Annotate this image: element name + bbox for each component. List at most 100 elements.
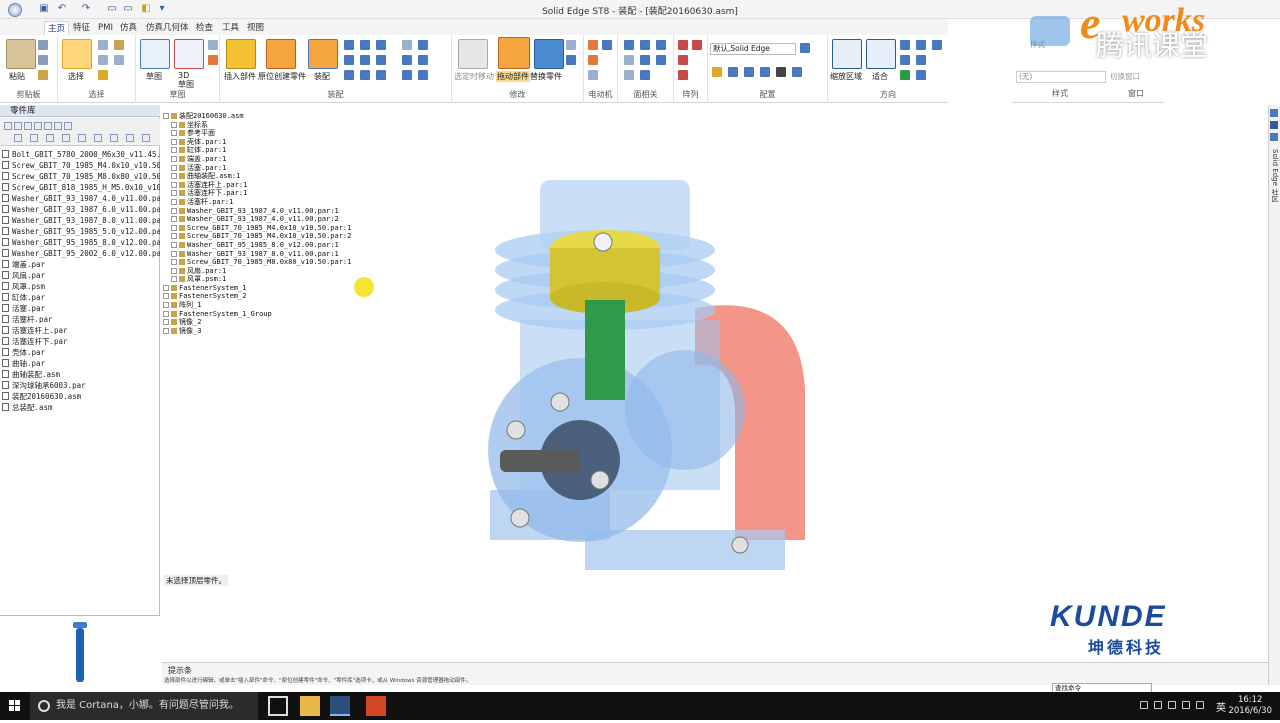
part-file-item[interactable]: Washer_GBIT_93_1987_4.0_v11.00.par (0, 193, 160, 204)
relation-icon[interactable] (376, 55, 386, 65)
library-tool-icon[interactable] (4, 122, 12, 130)
volume-icon[interactable] (1182, 701, 1190, 709)
tree-checkbox[interactable] (171, 190, 177, 197)
view-tool-icon[interactable] (916, 70, 926, 80)
config-icon[interactable] (728, 67, 738, 77)
relation-icon[interactable] (402, 40, 412, 50)
format-painter-icon[interactable] (38, 70, 48, 80)
tree-checkbox[interactable] (171, 173, 177, 180)
tray-icon[interactable] (1154, 701, 1162, 709)
tree-item[interactable]: 端盖.par:1 (163, 155, 363, 164)
select-filter-icon[interactable] (114, 55, 124, 65)
community-tab-label[interactable]: Solid Edge 社区 (1270, 149, 1280, 202)
library-tool-icon[interactable] (94, 134, 102, 142)
modify-tool-icon[interactable] (566, 40, 576, 50)
sketch-3d-icon[interactable] (174, 39, 204, 69)
tree-checkbox[interactable] (171, 276, 177, 283)
tree-item[interactable]: 风罩.psm:1 (163, 275, 363, 284)
powerpoint-icon[interactable] (366, 696, 386, 716)
tree-checkbox[interactable] (171, 155, 177, 162)
tree-checkbox[interactable] (171, 267, 177, 274)
tree-checkbox[interactable] (163, 310, 169, 317)
relation-icon[interactable] (418, 55, 428, 65)
relation-icon[interactable] (344, 55, 354, 65)
config-icon[interactable] (760, 67, 770, 77)
library-tool-icon[interactable] (24, 122, 32, 130)
tree-checkbox[interactable] (171, 164, 177, 171)
library-tool-icon[interactable] (54, 122, 62, 130)
part-file-item[interactable]: Bolt_GBIT_5780_2000_M6x30_v11.45.par (0, 149, 160, 160)
tree-item[interactable]: Screw_GBIT_70_1985_M8.0x80_v10.50.par:1 (163, 258, 363, 267)
config-icon[interactable] (800, 43, 810, 53)
tree-item[interactable]: Washer_GBIT_93_1987_4.0_v11.00.par:2 (163, 215, 363, 224)
tree-item[interactable]: Washer_GBIT_93_1987_4.0_v11.00.par:1 (163, 207, 363, 216)
pattern-icon[interactable] (678, 70, 688, 80)
select-filter-icon[interactable] (98, 55, 108, 65)
face-tool-icon[interactable] (656, 40, 666, 50)
part-file-item[interactable]: 活塞杆.par (0, 314, 160, 325)
part-file-item[interactable]: 风扇.par (0, 270, 160, 281)
tree-checkbox[interactable] (171, 138, 177, 145)
modify-tool-icon[interactable] (566, 55, 576, 65)
select-filter-icon[interactable] (114, 40, 124, 50)
part-file-item[interactable]: Washer_GBIT_95_2002_6.0_v12.00.par (0, 248, 160, 259)
library-tool-icon[interactable] (44, 122, 52, 130)
relation-icon[interactable] (360, 40, 370, 50)
library-tool-icon[interactable] (14, 134, 22, 142)
tree-item[interactable]: 坐标系 (163, 121, 363, 130)
relation-icon[interactable] (360, 55, 370, 65)
pattern-icon[interactable] (692, 40, 702, 50)
tab-pmi[interactable]: PMI (95, 21, 116, 35)
file-explorer-icon[interactable] (300, 696, 320, 716)
cortana-search-box[interactable]: 我是 Cortana，小娜。有问题尽管问我。 (30, 692, 258, 720)
copy-icon[interactable] (38, 55, 48, 65)
relation-icon[interactable] (418, 70, 428, 80)
tree-item[interactable]: 镜像_2 (163, 318, 363, 327)
assemble-icon[interactable] (308, 39, 338, 69)
library-tool-icon[interactable] (126, 134, 134, 142)
sketch-tool-icon[interactable] (208, 55, 218, 65)
tab-features[interactable]: 特征 (70, 21, 93, 35)
library-tool-icon[interactable] (78, 134, 86, 142)
library-tool-icon[interactable] (110, 134, 118, 142)
select-arrow-icon[interactable] (62, 39, 92, 69)
relation-icon[interactable] (376, 70, 386, 80)
solid-edge-taskbar-icon[interactable] (330, 696, 350, 716)
tab-view[interactable]: 视图 (244, 21, 267, 35)
tree-checkbox[interactable] (163, 319, 169, 326)
tree-item[interactable]: Washer_GBIT_93_1987_8.0_v11.00.par:1 (163, 250, 363, 259)
config-select[interactable]: 默认,Solid Edge (710, 43, 796, 55)
tree-item[interactable]: 活塞杆.par:1 (163, 198, 363, 207)
part-file-item[interactable]: 活塞.par (0, 303, 160, 314)
tree-checkbox[interactable] (163, 302, 169, 309)
library-tool-icon[interactable] (30, 134, 38, 142)
select-filter-icon[interactable] (98, 40, 108, 50)
tree-checkbox[interactable] (171, 147, 177, 154)
tab-inspect[interactable]: 检查 (193, 21, 216, 35)
view-tool-icon[interactable] (900, 55, 910, 65)
part-file-item[interactable]: Washer_GBIT_93_1987_8.0_v11.00.par (0, 215, 160, 226)
part-file-item[interactable]: 曲轴装配.asm (0, 369, 160, 380)
sketch-tool-icon[interactable] (208, 40, 218, 50)
face-tool-icon[interactable] (624, 55, 634, 65)
insert-part-icon[interactable] (226, 39, 256, 69)
motor-icon[interactable] (588, 40, 598, 50)
motor-icon[interactable] (602, 40, 612, 50)
relation-icon[interactable] (402, 55, 412, 65)
cut-icon[interactable] (38, 40, 48, 50)
tree-item[interactable]: 活塞.par:1 (163, 164, 363, 173)
part-file-item[interactable]: 缸体.par (0, 292, 160, 303)
view-tool-icon[interactable] (900, 70, 910, 80)
face-tool-icon[interactable] (656, 55, 666, 65)
select-filter-icon[interactable] (98, 70, 108, 80)
part-file-item[interactable]: Screw_GBIT_818_1985_H_M5.0x10_v10.50. (0, 182, 160, 193)
tree-item[interactable]: 曲轴装配.asm:1 (163, 172, 363, 181)
tree-item[interactable]: 阵列_1 (163, 301, 363, 310)
view-tool-icon[interactable] (916, 40, 926, 50)
relation-icon[interactable] (376, 40, 386, 50)
tree-checkbox[interactable] (171, 198, 177, 205)
network-icon[interactable] (1168, 701, 1176, 709)
tree-checkbox[interactable] (171, 216, 177, 223)
config-icon[interactable] (712, 67, 722, 77)
relation-icon[interactable] (344, 70, 354, 80)
